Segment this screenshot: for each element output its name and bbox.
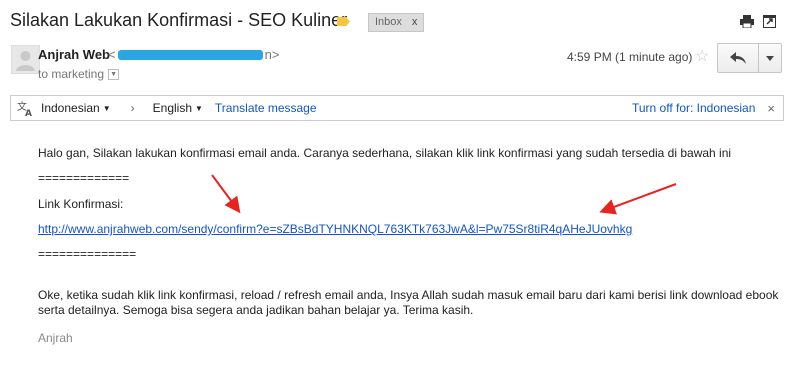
left-arrow-icon <box>211 174 241 214</box>
annotation-arrows <box>211 174 677 215</box>
right-arrow-icon <box>599 183 677 215</box>
